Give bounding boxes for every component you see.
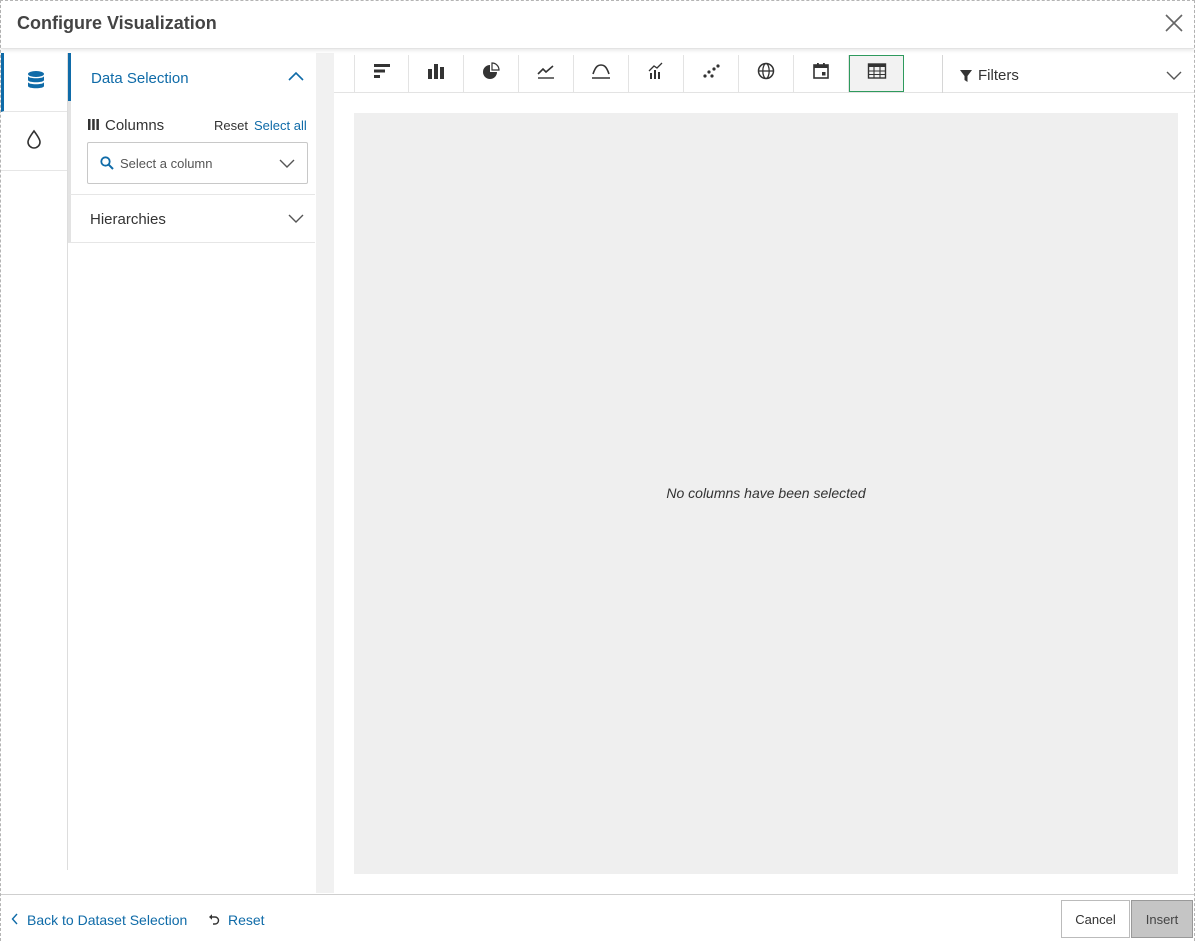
undo-icon <box>208 912 220 928</box>
filter-icon <box>959 69 973 83</box>
columns-section: Columns Reset Select all Select a column <box>68 101 315 194</box>
close-icon[interactable] <box>1162 11 1186 35</box>
cancel-button[interactable]: Cancel <box>1061 900 1130 938</box>
panel-divider <box>316 53 334 893</box>
chevron-up-icon <box>287 68 305 86</box>
columns-label: Columns <box>105 117 165 134</box>
empty-state-message: No columns have been selected <box>666 485 866 501</box>
back-to-dataset-selection-link[interactable]: Back to Dataset Selection <box>11 912 187 928</box>
data-selection-title: Data Selection <box>91 70 189 87</box>
combo-chart-icon <box>647 62 665 85</box>
chevron-down-icon <box>1166 67 1182 83</box>
chart-type-calendar[interactable] <box>794 55 849 92</box>
configure-visualization-dialog: Configure Visualization Data Selection C… <box>0 0 1195 941</box>
visualization-preview: No columns have been selected <box>354 113 1178 874</box>
droplet-icon <box>26 129 42 154</box>
rail-item-style[interactable] <box>1 112 67 171</box>
horizontal-bar-chart-icon <box>373 62 391 85</box>
search-icon <box>100 156 114 170</box>
footer-reset-label: Reset <box>228 912 265 928</box>
dialog-title: Configure Visualization <box>17 13 217 33</box>
column-select[interactable]: Select a column <box>87 142 308 184</box>
side-rail <box>1 53 68 870</box>
chevron-down-icon <box>279 155 295 171</box>
bar-chart-icon <box>427 62 445 85</box>
back-label: Back to Dataset Selection <box>27 912 188 928</box>
chart-type-horizontal-bar[interactable] <box>354 55 409 92</box>
chart-type-line[interactable] <box>519 55 574 92</box>
chevron-down-icon <box>287 209 305 227</box>
globe-map-icon <box>757 62 775 85</box>
table-icon <box>867 62 887 85</box>
chart-type-toolbar: Filters <box>334 53 1194 93</box>
chart-type-area[interactable] <box>574 55 629 92</box>
insert-button[interactable]: Insert <box>1131 900 1193 938</box>
visualization-main: Filters No columns have been selected <box>334 53 1194 893</box>
columns-label-group: Columns <box>88 117 164 134</box>
chart-type-scatter[interactable] <box>684 55 739 92</box>
chart-type-bar[interactable] <box>409 55 464 92</box>
chart-type-pie[interactable] <box>464 55 519 92</box>
hierarchies-label: Hierarchies <box>90 211 166 228</box>
pie-chart-icon <box>482 62 500 85</box>
area-chart-icon <box>591 62 611 85</box>
columns-reset-link[interactable]: Reset <box>214 118 248 133</box>
calendar-icon <box>812 62 830 85</box>
column-select-placeholder: Select a column <box>120 156 213 171</box>
line-chart-icon <box>537 62 555 85</box>
dialog-footer: Back to Dataset Selection Reset Cancel I… <box>1 894 1194 941</box>
scatter-chart-icon <box>702 62 720 85</box>
chart-type-table[interactable] <box>849 55 904 92</box>
columns-icon <box>88 117 99 134</box>
chart-type-map[interactable] <box>739 55 794 92</box>
chart-type-combo[interactable] <box>629 55 684 92</box>
database-icon <box>25 69 47 96</box>
dialog-header: Configure Visualization <box>1 1 1194 49</box>
rail-item-data[interactable] <box>1 53 67 112</box>
data-selection-header[interactable]: Data Selection <box>68 53 315 101</box>
hierarchies-section-header[interactable]: Hierarchies <box>68 194 315 243</box>
filters-dropdown[interactable]: Filters <box>942 55 1194 93</box>
filters-label: Filters <box>978 67 1019 84</box>
footer-reset-link[interactable]: Reset <box>208 912 265 928</box>
chevron-left-icon <box>11 912 19 928</box>
select-all-link[interactable]: Select all <box>254 118 307 133</box>
data-selection-panel: Data Selection Columns Reset Select all <box>68 53 316 893</box>
